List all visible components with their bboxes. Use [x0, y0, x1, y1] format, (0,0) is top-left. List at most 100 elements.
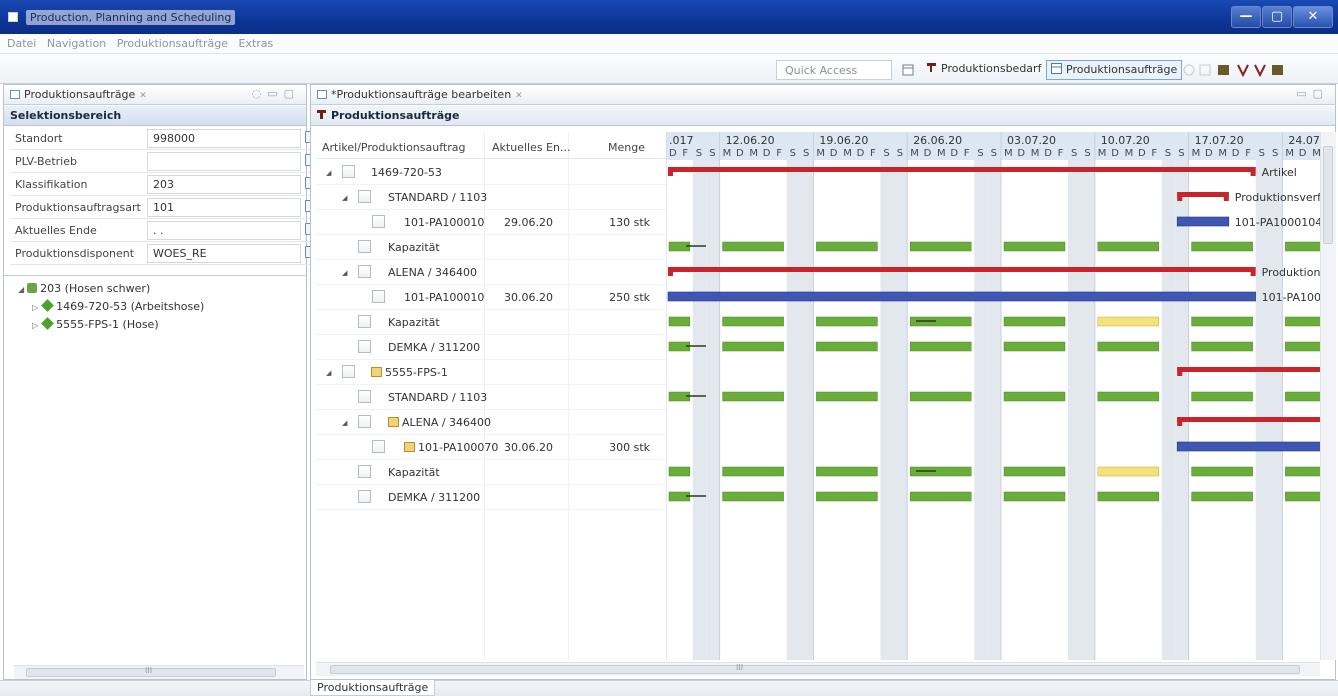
field-value-input[interactable]: 998000: [147, 129, 301, 148]
weekend-column: [1269, 160, 1283, 660]
capacity-bar: [722, 241, 784, 252]
capacity-bar: [1003, 391, 1066, 402]
expander-icon[interactable]: ◢: [342, 419, 347, 427]
weekend-column: [1068, 160, 1082, 660]
gantt-scroll-thumb[interactable]: [1323, 146, 1333, 244]
row-checkbox[interactable]: [358, 265, 371, 278]
row-checkbox[interactable]: [358, 390, 371, 403]
capacity-bar: [722, 341, 784, 352]
column-header-menge[interactable]: Menge: [608, 132, 645, 159]
tree-root[interactable]: ◢ 203 (Hosen schwer): [18, 282, 150, 295]
table-row[interactable]: DEMKA / 311200: [316, 485, 666, 510]
field-value-input[interactable]: . .: [147, 221, 301, 240]
row-checkbox[interactable]: [358, 465, 371, 478]
table-row[interactable]: ◢ 1469-720-53: [316, 160, 666, 185]
menu-navigation[interactable]: Navigation: [47, 34, 106, 54]
table-row[interactable]: STANDARD / 1103: [316, 385, 666, 410]
table-row[interactable]: DEMKA / 311200: [316, 335, 666, 360]
close-tab-icon[interactable]: ✕: [139, 91, 147, 101]
expander-icon[interactable]: ◢: [342, 269, 347, 277]
expander-icon[interactable]: ◢: [326, 369, 331, 377]
weekend-column: [1161, 160, 1176, 660]
view-icon: [10, 90, 20, 99]
row-checkbox[interactable]: [358, 315, 371, 328]
bar-label: 101-PA1000108: [1262, 291, 1322, 304]
filter-icon[interactable]: [1237, 64, 1249, 77]
row-checkbox[interactable]: [358, 190, 371, 203]
table-row[interactable]: Kapazität: [316, 310, 666, 335]
row-checkbox[interactable]: [358, 340, 371, 353]
bar-label: Produktionsverfahren: [1235, 191, 1322, 204]
day-letter: S: [803, 148, 809, 159]
gantt-vertical-scrollbar[interactable]: [1320, 132, 1336, 660]
day-letter: S: [790, 148, 796, 159]
capacity-bar: [1285, 316, 1322, 327]
day-letter: D: [763, 148, 771, 159]
capacity-bar: [909, 341, 972, 352]
table-row[interactable]: ◢ ALENA / 346400: [316, 410, 666, 435]
table-row[interactable]: Kapazität: [316, 460, 666, 485]
table-row[interactable]: 101-PA100010 30.06.20 250 stk: [316, 285, 666, 310]
table-row[interactable]: 101-PA100010 29.06.20 130 stk: [316, 210, 666, 235]
filter-clear-icon[interactable]: [1254, 64, 1266, 77]
row-checkbox[interactable]: [372, 290, 385, 303]
maximize-button[interactable]: ▢: [1262, 6, 1292, 28]
capacity-bar: [1191, 491, 1253, 502]
bottom-tab-produktionsauftraege[interactable]: Produktionsaufträge: [310, 680, 436, 696]
summary-bar-start-cap: [668, 167, 673, 176]
field-value-input[interactable]: 101: [147, 198, 301, 217]
minimize-button[interactable]: —: [1231, 6, 1261, 28]
field-value-input[interactable]: 203: [147, 175, 301, 194]
report-icon[interactable]: [1272, 65, 1283, 75]
close-tab-icon[interactable]: ✕: [515, 91, 523, 101]
left-panel-tab-title[interactable]: Produktionsaufträge ✕: [10, 88, 147, 101]
export-icon[interactable]: [1199, 64, 1211, 76]
table-row[interactable]: ◢ 5555-FPS-1: [316, 360, 666, 385]
menu-produktionsauftraege[interactable]: Produktionsaufträge: [117, 34, 228, 54]
editor-scroll-thumb[interactable]: III: [330, 663, 1300, 674]
row-checkbox[interactable]: [342, 165, 355, 178]
refresh-icon[interactable]: [1183, 64, 1195, 76]
grid-icon[interactable]: [1218, 65, 1229, 75]
close-button[interactable]: ✕: [1293, 6, 1333, 28]
capacity-bar: [909, 491, 972, 502]
editor-view-controls[interactable]: ▭▢: [1296, 87, 1329, 100]
perspective-produktionsauftraege[interactable]: Produktionsaufträge: [1046, 60, 1183, 80]
row-checkbox[interactable]: [358, 240, 371, 253]
row-checkbox[interactable]: [372, 440, 385, 453]
capacity-bar: [1191, 241, 1253, 252]
quick-access-input[interactable]: Quick Access: [776, 60, 892, 80]
left-horizontal-scrollbar[interactable]: III: [14, 665, 304, 679]
article-icon: [41, 317, 55, 330]
day-letter: S: [1165, 148, 1171, 159]
editor-horizontal-scrollbar[interactable]: III: [316, 662, 1320, 676]
bar-label: Produktionsverfahren: [1262, 266, 1322, 279]
table-row[interactable]: Kapazität: [316, 235, 666, 260]
field-value-input[interactable]: WOES_RE: [147, 244, 301, 263]
editor-tab-title[interactable]: *Produktionsaufträge bearbeiten ✕: [317, 88, 523, 101]
expander-icon[interactable]: ◢: [326, 169, 331, 177]
row-checkbox[interactable]: [358, 415, 371, 428]
menu-datei[interactable]: Datei: [7, 34, 36, 54]
capacity-bar: [1191, 466, 1253, 477]
field-value-input[interactable]: [147, 152, 301, 171]
table-row[interactable]: ◢ ALENA / 346400: [316, 260, 666, 285]
expander-icon[interactable]: ◢: [342, 194, 347, 202]
tree-item-1469[interactable]: ▷ 1469-720-53 (Arbeitshose): [32, 299, 204, 313]
open-perspective-icon[interactable]: [902, 64, 914, 76]
row-checkbox[interactable]: [358, 490, 371, 503]
column-header-aktuelles-ende[interactable]: Aktuelles En...: [492, 132, 570, 159]
table-row[interactable]: 101-PA100070 30.06.20 300 stk: [316, 435, 666, 460]
day-letter: S: [883, 148, 889, 159]
table-row[interactable]: ◢ STANDARD / 1103: [316, 185, 666, 210]
left-scroll-thumb[interactable]: III: [26, 666, 276, 677]
day-letter: M: [1098, 148, 1107, 159]
row-checkbox[interactable]: [372, 215, 385, 228]
view-controls[interactable]: ◌▭▢: [252, 87, 300, 100]
row-checkbox[interactable]: [342, 365, 355, 378]
tree-item-5555[interactable]: ▷ 5555-FPS-1 (Hose): [32, 317, 159, 331]
menu-extras[interactable]: Extras: [239, 34, 274, 54]
left-panel: Produktionsaufträge ✕ ◌▭▢ Selektionsberei…: [3, 84, 312, 680]
perspective-produktionsbedarf[interactable]: Produktionsbedarf: [926, 60, 1041, 80]
column-header-artikel[interactable]: Artikel/Produktionsauftrag: [322, 132, 465, 159]
